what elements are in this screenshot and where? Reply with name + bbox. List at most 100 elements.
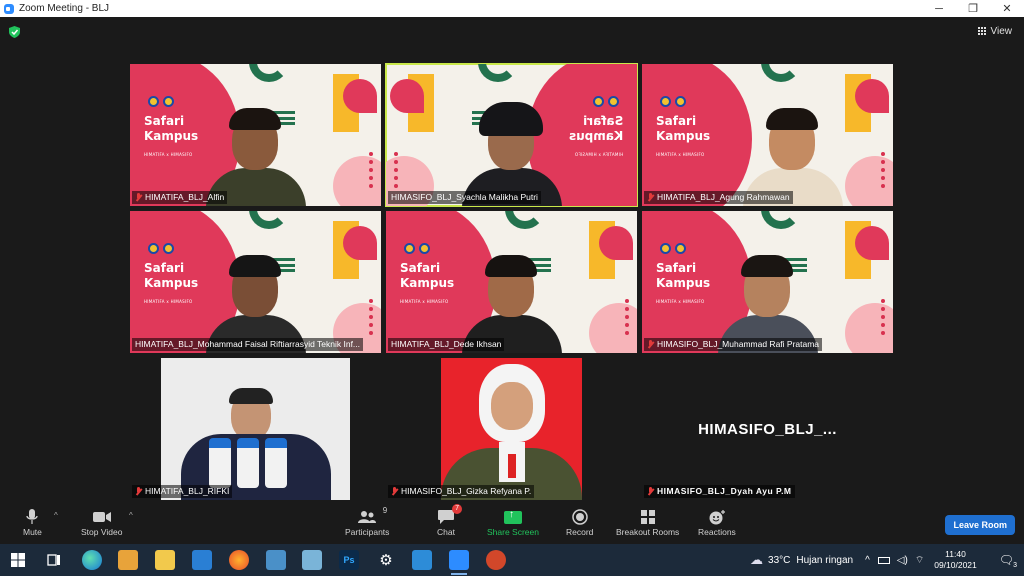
battery-icon[interactable] [877,556,890,564]
participant-video [457,82,567,206]
video-camera-icon [92,512,111,522]
background-title: Safari Kampus HIMATIFA x HIMASIFO [656,261,711,304]
participants-label: Participants [345,527,390,537]
mic-muted-icon [135,487,142,496]
share-screen-icon [503,509,522,524]
mic-muted-icon [135,193,142,202]
participant-name-label: HIMATIFA_BLJ_Dede Ikhsan [388,338,505,351]
participant-video [161,358,350,500]
mic-muted-icon [391,487,398,496]
leave-room-button[interactable]: Leave Room [945,515,1015,535]
photoshop-icon[interactable]: Ps [339,550,359,570]
chat-unread-badge: 7 [452,504,462,514]
stop-video-label: Stop Video [81,527,123,537]
app-icon[interactable] [302,550,322,570]
video-tile-active-speaker[interactable]: Safari Kampus HIMATIFA x HIMASIFO HIMASIFO… [385,63,638,207]
edge-browser-icon[interactable] [82,550,102,570]
volume-icon[interactable]: ◁) [897,555,908,566]
chat-button[interactable]: 7 Chat [437,504,462,537]
org-logos [593,96,619,107]
weather-description[interactable]: Hujan ringan [796,555,853,566]
breakout-rooms-icon [640,510,655,524]
participant-video [457,229,567,353]
taskbar-clock[interactable]: 11:40 09/10/2021 [934,549,977,571]
background-title: Safari Kampus HIMATIFA x HIMASIFO [400,261,455,304]
notification-count: 3 [1013,562,1017,569]
meeting-toolbar: Mute ^ Stop Video ^ 9 Participants 7 Cha… [0,503,1024,544]
mute-label: Mute [23,527,42,537]
notifications-icon[interactable]: 🗨 3 [999,553,1017,569]
mic-muted-icon [647,487,654,496]
encryption-shield-icon[interactable] [9,26,20,38]
org-logos [404,243,430,254]
record-icon [571,509,588,525]
video-off-name: HIMASIFO_BLJ_... [698,420,837,438]
org-logos [660,96,686,107]
window-title: Zoom Meeting - BLJ [19,3,110,14]
reactions-button[interactable]: Reactions [698,507,736,537]
record-button[interactable]: Record [566,507,593,537]
org-logos [148,243,174,254]
weather-temperature[interactable]: 33°C [768,555,790,566]
reactions-smiley-icon [709,510,725,525]
participants-icon [358,511,377,523]
share-screen-button[interactable]: Share Screen [487,507,539,538]
participant-name-label: HIMATIFA_BLJ_Agung Rahmawan [644,191,793,204]
participant-name-label: HIMATIFA_BLJ_Mohammad Faisal Riftiarrasy… [132,338,364,351]
zoom-taskbar-icon[interactable] [449,550,469,575]
video-tile[interactable]: Safari Kampus HIMATIFA x HIMASIFO HIMATIFA… [642,64,893,206]
firefox-icon[interactable] [229,550,249,570]
minimize-button[interactable]: ─ [922,0,956,17]
participant-name-label: HIMASIFO_BLJ_Dyah Ayu P.M [644,485,795,498]
breakout-rooms-button[interactable]: Breakout Rooms [616,507,679,537]
video-tile[interactable]: Safari Kampus HIMATIFA x HIMASIFO HIMASIFO… [642,211,893,353]
microphone-icon [26,509,39,524]
participant-video [738,82,848,206]
participant-video [201,229,311,353]
video-tile[interactable]: HIMATIFA_BLJ_RIFKI [130,358,381,500]
close-button[interactable]: ✕ [990,0,1024,17]
participants-button[interactable]: 9 Participants [345,506,390,537]
breakout-rooms-label: Breakout Rooms [616,527,680,537]
windows-start-icon[interactable] [8,550,28,570]
org-logos [660,243,686,254]
participant-video [713,229,823,353]
audio-options-caret[interactable]: ^ [54,511,58,520]
background-title: Safari Kampus HIMATIFA x HIMASIFO [144,261,199,304]
video-off-tile[interactable]: HIMASIFO_BLJ_... HIMASIFO_BLJ_Dyah Ayu P… [642,358,893,500]
settings-gear-icon[interactable]: ⚙ [376,550,396,570]
store-icon[interactable] [118,550,138,570]
powerpoint-icon[interactable] [486,550,506,570]
participant-video [441,358,582,500]
outlook-icon[interactable] [412,550,432,570]
video-tile[interactable]: Safari Kampus HIMATIFA x HIMASIFO HIMATIFA… [386,211,637,353]
background-title: Safari Kampus HIMATIFA x HIMASIFO [144,114,199,157]
view-button-label: View [990,26,1013,37]
mute-button[interactable]: Mute [23,507,42,537]
zoom-app-icon [4,3,14,14]
video-tile[interactable]: Safari Kampus HIMATIFA x HIMASIFO HIMATIFA… [130,211,381,353]
chat-label: Chat [437,527,455,537]
participant-name-label: HIMASIFO_BLJ_Syachla Malikha Putri [388,191,541,204]
participant-name-label: HIMATIFA_BLJ_RIFKI [132,485,233,498]
tray-chevron-icon[interactable]: ^ [865,555,870,566]
system-tray: ☁ 33°C Hujan ringan ^ ◁) ⌔ 11:40 09/10/2… [750,544,1024,576]
weather-cloud-icon[interactable]: ☁ [750,552,763,568]
participant-name-label: HIMASIFO_BLJ_Gizka Refyana P. [388,485,535,498]
org-logos [148,96,174,107]
file-explorer-icon[interactable] [155,550,175,570]
task-view-icon[interactable] [44,550,64,570]
restore-button[interactable]: ❐ [956,0,990,17]
video-tile[interactable]: HIMASIFO_BLJ_Gizka Refyana P. [386,358,637,500]
mail-icon[interactable] [192,550,212,570]
reactions-label: Reactions [698,527,736,537]
view-button[interactable]: View [977,26,1013,37]
clock-time: 11:40 [945,549,966,559]
stop-video-button[interactable]: Stop Video [81,507,122,537]
remote-desktop-icon[interactable] [266,550,286,570]
background-title: Safari Kampus HIMATIFA x HIMASIFO [568,114,623,157]
video-tile[interactable]: Safari Kampus HIMATIFA x HIMASIFO HIMATIFA… [130,64,381,206]
video-options-caret[interactable]: ^ [129,511,133,520]
participant-video [201,82,311,206]
wifi-icon[interactable]: ⌔ [915,554,924,567]
